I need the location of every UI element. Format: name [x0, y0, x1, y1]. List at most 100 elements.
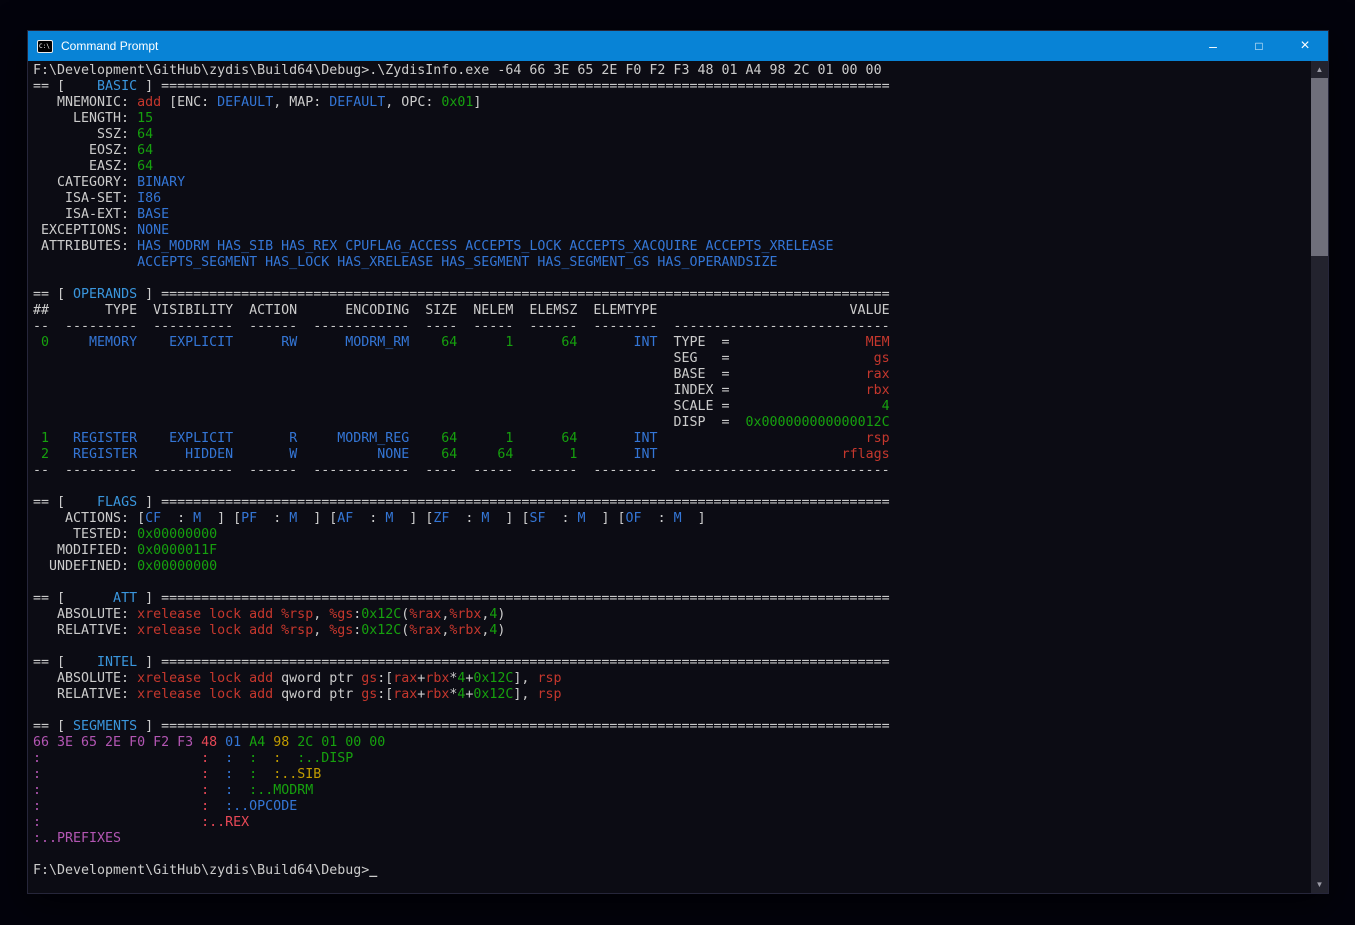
console-line: SEG = gs	[33, 351, 1311, 367]
console-line: F:\Development\GitHub\zydis\Build64\Debu…	[33, 63, 1311, 79]
text-run: ]	[473, 95, 481, 110]
maximize-button[interactable]: □	[1236, 31, 1282, 61]
console-line: : : :..OPCODE	[33, 799, 1311, 815]
console-line: ACTIONS: [CF : M ] [PF : M ] [AF : M ] […	[33, 511, 1311, 527]
text-run: add	[137, 95, 161, 110]
console-line: 0 MEMORY EXPLICIT RW MODRM_RM 64 1 64 IN…	[33, 335, 1311, 351]
text-run: 64	[137, 159, 153, 174]
text-run: MNEMONIC:	[33, 95, 137, 110]
text-run: SEGMENTS	[73, 719, 137, 734]
text-run: EXPLICIT	[137, 431, 233, 446]
text-run: ABSOLUTE:	[33, 607, 137, 622]
text-run: R	[233, 431, 297, 446]
text-run: 1	[513, 447, 577, 462]
text-run: ] ======================================…	[137, 495, 890, 510]
scrollbar-thumb[interactable]	[1311, 78, 1328, 256]
text-run: 0x00000000	[137, 559, 217, 574]
text-run: TYPE =	[657, 335, 729, 350]
text-run: [ENC:	[161, 95, 217, 110]
text-run: , MAP:	[273, 95, 329, 110]
console-line: ATTRIBUTES: HAS_MODRM HAS_SIB HAS_REX CP…	[33, 239, 1311, 255]
text-run: CATEGORY:	[33, 175, 137, 190]
scrollbar[interactable]: ▲ ▼	[1311, 61, 1328, 893]
text-run: MODIFIED:	[33, 543, 137, 558]
close-button[interactable]: ×	[1282, 31, 1328, 61]
console-line: MNEMONIC: add [ENC: DEFAULT, MAP: DEFAUL…	[33, 95, 1311, 111]
text-run: INT	[577, 335, 657, 350]
text-run: DISP =	[673, 415, 729, 430]
text-run: EXCEPTIONS:	[33, 223, 137, 238]
text-run: 64	[137, 143, 153, 158]
text-run: ,	[313, 623, 329, 638]
cmd-icon[interactable]: C:\	[37, 40, 53, 53]
console-line: ISA-SET: I86	[33, 191, 1311, 207]
text-run: RW	[233, 335, 297, 350]
text-run: :	[642, 511, 674, 526]
console-line: EXCEPTIONS: NONE	[33, 223, 1311, 239]
text-run: ]	[682, 511, 706, 526]
text-run: rsp	[657, 431, 889, 446]
text-run: :..MODRM	[233, 783, 313, 798]
text-run: LENGTH:	[33, 111, 137, 126]
console-line: EOSZ: 64	[33, 143, 1311, 159]
text-run: EASZ:	[33, 159, 137, 174]
console-line: F:\Development\GitHub\zydis\Build64\Debu…	[33, 863, 1311, 879]
minimize-button[interactable]: –	[1190, 31, 1236, 61]
text-run: NONE	[137, 223, 169, 238]
console-line	[33, 271, 1311, 287]
command-prompt-window: C:\ Command Prompt – □ × F:\Development\…	[27, 30, 1329, 894]
text-run: rsp	[537, 671, 561, 686]
text-run: INT	[577, 431, 657, 446]
console-line: ## TYPE VISIBILITY ACTION ENCODING SIZE …	[33, 303, 1311, 319]
text-run: )	[497, 607, 505, 622]
text-run: 98	[273, 735, 297, 750]
text-run: MEM	[730, 335, 890, 350]
console-line: ACCEPTS_SEGMENT HAS_LOCK HAS_XRELEASE HA…	[33, 255, 1311, 271]
scrollbar-track[interactable]	[1311, 78, 1328, 876]
text-run: REGISTER	[49, 431, 137, 446]
console-output[interactable]: F:\Development\GitHub\zydis\Build64\Debu…	[28, 61, 1311, 893]
text-run: %gs	[329, 623, 353, 638]
text-run: ATTRIBUTES:	[33, 239, 137, 254]
text-run: rax	[729, 367, 889, 382]
text-run: ,	[313, 607, 329, 622]
text-run: :	[257, 751, 281, 766]
text-run: :	[449, 511, 481, 526]
console-line: RELATIVE: xrelease lock add %rsp, %gs:0x…	[33, 623, 1311, 639]
console-line: == [ ATT ] =============================…	[33, 591, 1311, 607]
text-run: INTEL	[73, 655, 137, 670]
text-run: TESTED:	[33, 527, 137, 542]
text-run: 0x00000000	[137, 527, 217, 542]
text-run: NONE	[297, 447, 409, 462]
console-line	[33, 703, 1311, 719]
text-run: OPERANDS	[73, 287, 137, 302]
text-run: == [	[33, 287, 73, 302]
scroll-down-icon[interactable]: ▼	[1311, 876, 1328, 893]
console-line: : :..REX	[33, 815, 1311, 831]
indent	[33, 351, 673, 366]
text-run: 0	[33, 335, 49, 350]
indent	[33, 399, 673, 414]
text-run: :	[41, 783, 209, 798]
text-run: ABSOLUTE:	[33, 671, 137, 686]
text-run: :	[161, 511, 193, 526]
text-run: 1	[33, 431, 49, 446]
text-run: M	[193, 511, 201, 526]
text-run: xrelease lock add %rsp	[137, 607, 313, 622]
console-line: MODIFIED: 0x0000011F	[33, 543, 1311, 559]
title-bar[interactable]: C:\ Command Prompt – □ ×	[28, 31, 1328, 61]
text-run: EOSZ:	[33, 143, 137, 158]
text-run: :..DISP	[281, 751, 353, 766]
text-run: DEFAULT	[217, 95, 273, 110]
text-run: SCALE =	[673, 399, 729, 414]
text-run: BASE =	[673, 367, 729, 382]
scroll-up-icon[interactable]: ▲	[1311, 61, 1328, 78]
text-run: HIDDEN	[137, 447, 233, 462]
text-run: :[	[377, 671, 393, 686]
text-run: ATT	[73, 591, 137, 606]
text-run: INT	[577, 447, 657, 462]
text-run: ] [	[201, 511, 241, 526]
text-run: :	[41, 799, 209, 814]
text-run: :	[33, 815, 41, 830]
text-run: 1	[457, 335, 513, 350]
